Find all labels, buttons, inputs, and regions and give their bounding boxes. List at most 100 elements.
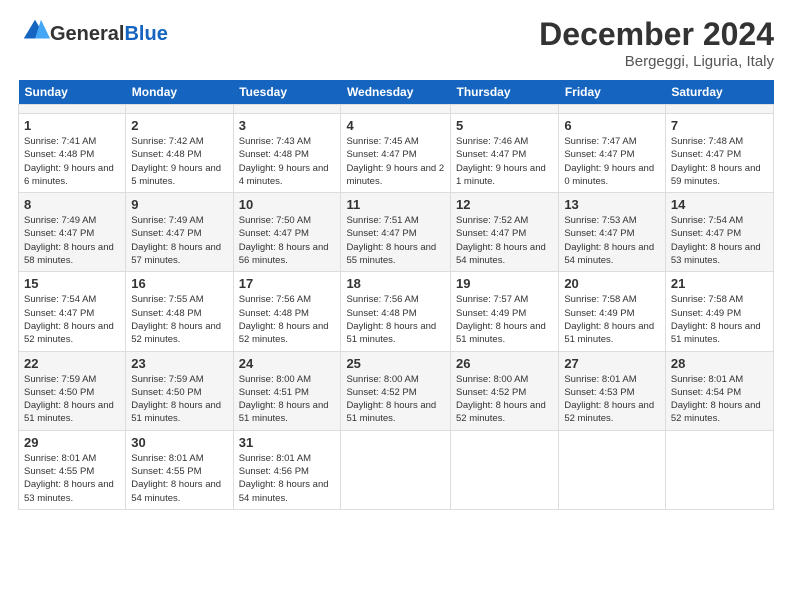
calendar-week-2: 8 Sunrise: 7:49 AM Sunset: 4:47 PM Daylig… — [19, 193, 774, 272]
day-info: Sunrise: 7:42 AM Sunset: 4:48 PM Dayligh… — [131, 135, 227, 188]
calendar-cell: 17 Sunrise: 7:56 AM Sunset: 4:48 PM Dayli… — [233, 272, 341, 351]
col-header-tuesday: Tuesday — [233, 80, 341, 105]
day-info: Sunrise: 7:51 AM Sunset: 4:47 PM Dayligh… — [346, 214, 445, 267]
day-number: 23 — [131, 356, 227, 371]
col-header-thursday: Thursday — [451, 80, 559, 105]
day-number: 15 — [24, 276, 120, 291]
calendar-cell: 25 Sunrise: 8:00 AM Sunset: 4:52 PM Dayli… — [341, 351, 451, 430]
day-info: Sunrise: 8:01 AM Sunset: 4:53 PM Dayligh… — [564, 373, 660, 426]
day-info: Sunrise: 7:53 AM Sunset: 4:47 PM Dayligh… — [564, 214, 660, 267]
day-info: Sunrise: 7:49 AM Sunset: 4:47 PM Dayligh… — [24, 214, 120, 267]
day-info: Sunrise: 7:49 AM Sunset: 4:47 PM Dayligh… — [131, 214, 227, 267]
page-title: December 2024 — [539, 16, 774, 53]
page-subtitle: Bergeggi, Liguria, Italy — [539, 53, 774, 70]
day-info: Sunrise: 8:01 AM Sunset: 4:55 PM Dayligh… — [24, 452, 120, 505]
calendar-cell: 24 Sunrise: 8:00 AM Sunset: 4:51 PM Dayli… — [233, 351, 341, 430]
calendar-cell: 10 Sunrise: 7:50 AM Sunset: 4:47 PM Dayli… — [233, 193, 341, 272]
calendar-cell: 8 Sunrise: 7:49 AM Sunset: 4:47 PM Daylig… — [19, 193, 126, 272]
day-info: Sunrise: 7:56 AM Sunset: 4:48 PM Dayligh… — [239, 293, 336, 346]
day-number: 10 — [239, 197, 336, 212]
day-number: 30 — [131, 435, 227, 450]
day-number: 28 — [671, 356, 768, 371]
logo-icon — [20, 16, 50, 46]
day-info: Sunrise: 7:54 AM Sunset: 4:47 PM Dayligh… — [24, 293, 120, 346]
day-number: 11 — [346, 197, 445, 212]
day-info: Sunrise: 7:43 AM Sunset: 4:48 PM Dayligh… — [239, 135, 336, 188]
day-number: 2 — [131, 118, 227, 133]
day-number: 3 — [239, 118, 336, 133]
day-info: Sunrise: 7:46 AM Sunset: 4:47 PM Dayligh… — [456, 135, 553, 188]
calendar-week-3: 15 Sunrise: 7:54 AM Sunset: 4:47 PM Dayli… — [19, 272, 774, 351]
day-number: 26 — [456, 356, 553, 371]
day-number: 14 — [671, 197, 768, 212]
calendar-cell: 4Sunrise: 7:45 AM Sunset: 4:47 PM Daylig… — [341, 114, 451, 193]
day-number: 27 — [564, 356, 660, 371]
col-header-monday: Monday — [126, 80, 233, 105]
calendar-cell: 12Sunrise: 7:52 AM Sunset: 4:47 PM Dayli… — [451, 193, 559, 272]
day-info: Sunrise: 7:58 AM Sunset: 4:49 PM Dayligh… — [564, 293, 660, 346]
day-number: 1 — [24, 118, 120, 133]
calendar-cell: 29 Sunrise: 8:01 AM Sunset: 4:55 PM Dayli… — [19, 430, 126, 509]
calendar-cell: 21Sunrise: 7:58 AM Sunset: 4:49 PM Dayli… — [665, 272, 773, 351]
day-info: Sunrise: 7:57 AM Sunset: 4:49 PM Dayligh… — [456, 293, 553, 346]
day-info: Sunrise: 7:59 AM Sunset: 4:50 PM Dayligh… — [24, 373, 120, 426]
logo-blue: Blue — [124, 23, 167, 45]
day-info: Sunrise: 7:54 AM Sunset: 4:47 PM Dayligh… — [671, 214, 768, 267]
calendar-cell: 9 Sunrise: 7:49 AM Sunset: 4:47 PM Daylig… — [126, 193, 233, 272]
day-number: 4 — [346, 118, 445, 133]
day-number: 24 — [239, 356, 336, 371]
day-number: 21 — [671, 276, 768, 291]
day-number: 20 — [564, 276, 660, 291]
calendar-cell: 23Sunrise: 7:59 AM Sunset: 4:50 PM Dayli… — [126, 351, 233, 430]
calendar-cell — [559, 430, 666, 509]
day-info: Sunrise: 7:52 AM Sunset: 4:47 PM Dayligh… — [456, 214, 553, 267]
calendar-cell: 7Sunrise: 7:48 AM Sunset: 4:47 PM Daylig… — [665, 114, 773, 193]
calendar-cell — [126, 105, 233, 114]
calendar-cell: 31Sunrise: 8:01 AM Sunset: 4:56 PM Dayli… — [233, 430, 341, 509]
day-info: Sunrise: 8:00 AM Sunset: 4:52 PM Dayligh… — [456, 373, 553, 426]
calendar-header-row: SundayMondayTuesdayWednesdayThursdayFrid… — [19, 80, 774, 105]
calendar-cell: 11 Sunrise: 7:51 AM Sunset: 4:47 PM Dayli… — [341, 193, 451, 272]
day-number: 7 — [671, 118, 768, 133]
calendar-cell: 2 Sunrise: 7:42 AM Sunset: 4:48 PM Daylig… — [126, 114, 233, 193]
calendar-cell — [665, 105, 773, 114]
day-number: 22 — [24, 356, 120, 371]
col-header-friday: Friday — [559, 80, 666, 105]
calendar-cell — [451, 105, 559, 114]
calendar-cell — [341, 430, 451, 509]
calendar-week-1: 1 Sunrise: 7:41 AM Sunset: 4:48 PM Daylig… — [19, 114, 774, 193]
day-number: 9 — [131, 197, 227, 212]
day-number: 16 — [131, 276, 227, 291]
col-header-wednesday: Wednesday — [341, 80, 451, 105]
calendar-cell: 13 Sunrise: 7:53 AM Sunset: 4:47 PM Dayli… — [559, 193, 666, 272]
calendar-cell: 14 Sunrise: 7:54 AM Sunset: 4:47 PM Dayli… — [665, 193, 773, 272]
calendar-cell — [233, 105, 341, 114]
logo-general: General — [50, 23, 124, 45]
col-header-sunday: Sunday — [19, 80, 126, 105]
calendar-cell — [19, 105, 126, 114]
logo: GeneralBlue — [18, 16, 168, 51]
day-info: Sunrise: 8:00 AM Sunset: 4:51 PM Dayligh… — [239, 373, 336, 426]
calendar-week-5: 29 Sunrise: 8:01 AM Sunset: 4:55 PM Dayli… — [19, 430, 774, 509]
calendar-cell — [451, 430, 559, 509]
calendar-cell: 16 Sunrise: 7:55 AM Sunset: 4:48 PM Dayli… — [126, 272, 233, 351]
day-info: Sunrise: 7:55 AM Sunset: 4:48 PM Dayligh… — [131, 293, 227, 346]
day-number: 13 — [564, 197, 660, 212]
day-info: Sunrise: 8:00 AM Sunset: 4:52 PM Dayligh… — [346, 373, 445, 426]
day-info: Sunrise: 7:50 AM Sunset: 4:47 PM Dayligh… — [239, 214, 336, 267]
calendar-cell — [559, 105, 666, 114]
day-number: 29 — [24, 435, 120, 450]
day-number: 31 — [239, 435, 336, 450]
day-number: 17 — [239, 276, 336, 291]
calendar-cell: 18Sunrise: 7:56 AM Sunset: 4:48 PM Dayli… — [341, 272, 451, 351]
calendar-cell: 1 Sunrise: 7:41 AM Sunset: 4:48 PM Daylig… — [19, 114, 126, 193]
day-info: Sunrise: 8:01 AM Sunset: 4:55 PM Dayligh… — [131, 452, 227, 505]
col-header-saturday: Saturday — [665, 80, 773, 105]
calendar-cell: 3 Sunrise: 7:43 AM Sunset: 4:48 PM Daylig… — [233, 114, 341, 193]
day-info: Sunrise: 7:41 AM Sunset: 4:48 PM Dayligh… — [24, 135, 120, 188]
day-number: 8 — [24, 197, 120, 212]
calendar-cell: 15 Sunrise: 7:54 AM Sunset: 4:47 PM Dayli… — [19, 272, 126, 351]
day-number: 19 — [456, 276, 553, 291]
calendar-table: SundayMondayTuesdayWednesdayThursdayFrid… — [18, 80, 774, 510]
day-number: 25 — [346, 356, 445, 371]
